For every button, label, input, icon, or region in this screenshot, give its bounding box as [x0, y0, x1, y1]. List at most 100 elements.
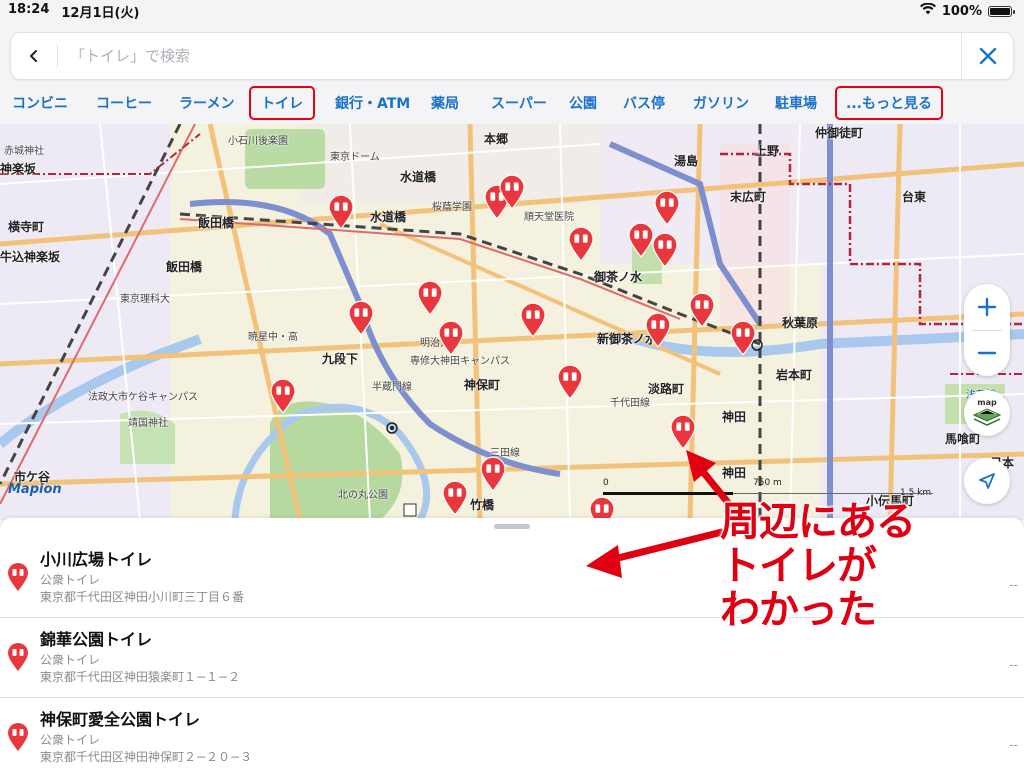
category-park[interactable]: 公園 [561, 86, 609, 120]
toilet-map-pin[interactable] [652, 190, 682, 226]
map-label-tokyo-dome: 東京ドーム [330, 152, 380, 163]
map-label-yasukuni: 靖国神社 [128, 418, 168, 429]
toilet-map-pin[interactable] [643, 312, 673, 348]
result-name: 小川広場トイレ [40, 550, 153, 569]
search-input[interactable] [58, 47, 961, 65]
map-label-ushigome: 牛込神楽坂 [0, 250, 61, 264]
scale-label-mid: 750 m [753, 478, 782, 488]
category-bus-stop[interactable]: バス停 [615, 86, 679, 120]
zoom-controls [964, 284, 1010, 376]
map-label-taito: 台東 [902, 190, 927, 204]
map-label-okachimachi: 仲御徒町 [815, 126, 864, 140]
map-label-kudanshita: 九段下 [322, 352, 359, 366]
toilet-pin-icon [8, 643, 28, 671]
minus-icon [977, 352, 997, 355]
annotation-text: 周辺にある トイレが わかった [719, 499, 917, 633]
toilet-map-pin[interactable] [415, 280, 445, 316]
map-label-ochanomizu: 御茶ノ水 [594, 270, 643, 284]
category-coffee[interactable]: コーヒー [88, 86, 160, 120]
map-label-kitanomaru: 北の丸公園 [338, 490, 388, 501]
toilet-map-pin[interactable] [687, 292, 717, 328]
category-parking[interactable]: 駐車場 [767, 86, 827, 120]
map-label-suidobashi-top: 水道橋 [400, 170, 437, 184]
toilet-pin-icon [8, 563, 28, 591]
result-type: 公衆トイレ [40, 573, 101, 587]
battery-icon [988, 5, 1015, 17]
result-address: 東京都千代田区神田猿楽町１−１−２ [40, 670, 241, 684]
map-label-yokoteramachi: 横寺町 [8, 220, 45, 234]
toilet-map-pin[interactable] [518, 302, 548, 338]
map-label-kanda-2: 神田 [722, 466, 747, 480]
status-time: 18:24 [8, 1, 50, 17]
map-label-tokyo-rika: 東京理科大 [120, 294, 170, 305]
result-type: 公衆トイレ [40, 733, 101, 747]
toilet-pin-icon [8, 723, 28, 751]
result-distance: -- [1009, 578, 1018, 592]
toilet-map-pin[interactable] [668, 414, 698, 450]
status-bar: 18:24 12月1日(火) 100% [0, 0, 1024, 22]
map-label-iwamotocho: 岩本町 [776, 368, 813, 382]
annotation-line-3: わかった [719, 587, 878, 633]
result-name: 神保町愛全公園トイレ [40, 710, 201, 729]
result-item[interactable]: 神保町愛全公園トイレ 公衆トイレ 東京都千代田区神田神保町２−２０−３ -- [0, 698, 1024, 768]
map-label-suidobashi: 水道橋 [370, 210, 407, 224]
back-button[interactable] [11, 32, 57, 80]
mapion-attribution: Mapion [8, 482, 62, 497]
category-gas-station[interactable]: ガソリン [685, 86, 761, 120]
map-label-awajicho: 淡路町 [648, 382, 685, 396]
chevron-left-icon [30, 50, 37, 62]
map-label-kagurazaka: 神楽坂 [0, 162, 37, 176]
category-supermarket[interactable]: スーパー [483, 86, 555, 120]
category-convenience[interactable]: コンビニ [4, 86, 76, 120]
category-ramen[interactable]: ラーメン [171, 86, 243, 120]
map-label-akihabara: 秋葉原 [782, 316, 819, 330]
map-label-suehirocho: 末広町 [730, 190, 767, 204]
toilet-map-pin[interactable] [436, 320, 466, 356]
map-label-takebashi: 竹橋 [470, 498, 495, 512]
map-label-hanzomon-line: 半蔵門線 [372, 382, 412, 393]
toilet-map-pin[interactable] [478, 456, 508, 492]
toilet-map-pin[interactable] [326, 194, 356, 230]
category-pharmacy[interactable]: 薬局 [423, 86, 475, 120]
status-date: 12月1日(火) [61, 5, 140, 21]
clear-search-button[interactable] [961, 32, 1013, 80]
navigation-arrow-icon [979, 473, 995, 489]
toilet-map-pin[interactable] [440, 480, 470, 516]
zoom-in-button[interactable] [964, 284, 1010, 330]
toilet-map-pin[interactable] [566, 226, 596, 262]
map-label-hongo: 本郷 [484, 132, 509, 146]
map-label-gyosei: 暁星中・高 [248, 332, 298, 343]
toilet-map-pin[interactable] [268, 378, 298, 414]
plus-icon [977, 297, 997, 316]
map-label-jimbocho: 神保町 [464, 378, 501, 392]
map-label-ueno: 上野 [755, 144, 780, 158]
sheet-grabber[interactable] [494, 524, 530, 529]
scale-label-zero: 0 [603, 478, 609, 488]
category-bank-atm[interactable]: 銀行・ATM [327, 86, 417, 120]
category-bar: コンビニ コーヒー ラーメン トイレ 銀行・ATM 薬局 スーパー 公園 バス停… [0, 84, 1024, 122]
toilet-map-pin[interactable] [497, 174, 527, 210]
category-more[interactable]: ...もっと見る [835, 86, 943, 120]
map-label-hosei: 法政大市ケ谷キャンパス [88, 392, 198, 403]
result-name: 錦華公園トイレ [40, 630, 153, 649]
toilet-map-pin[interactable] [728, 320, 758, 356]
map-label-iidabashi: 飯田橋 [198, 216, 235, 230]
toilet-map-pin[interactable] [346, 300, 376, 336]
current-location-button[interactable] [964, 458, 1010, 504]
annotation-line-1: 周辺にある [719, 499, 917, 545]
map-label-kanda: 神田 [722, 410, 747, 424]
result-address: 東京都千代田区神田小川町三丁目６番 [40, 590, 245, 604]
map-layer-button[interactable]: map [964, 390, 1010, 436]
layers-icon [973, 408, 1001, 426]
zoom-out-button[interactable] [964, 330, 1010, 376]
toilet-map-pin[interactable] [650, 232, 680, 268]
toilet-map-pin[interactable] [555, 364, 585, 400]
map-label-akagi: 赤城神社 [4, 146, 44, 157]
app-window: 18:24 12月1日(火) 100% コンビニ コーヒー ラーメン トイレ 銀… [0, 0, 1024, 768]
map-scale-bar: 0 750 m 1.5 km [603, 478, 933, 500]
map-label-yushima: 湯島 [674, 154, 699, 168]
category-toilet[interactable]: トイレ [249, 86, 315, 120]
map-label-chiyoda-line: 千代田線 [610, 398, 650, 409]
map-view[interactable]: 本郷 湯島 上野 仲御徒町 末広町 台東 水道橋 水道橋 飯田橋 飯田橋 横寺町… [0, 124, 1024, 520]
map-label-oin: 桜蔭学園 [432, 202, 472, 213]
